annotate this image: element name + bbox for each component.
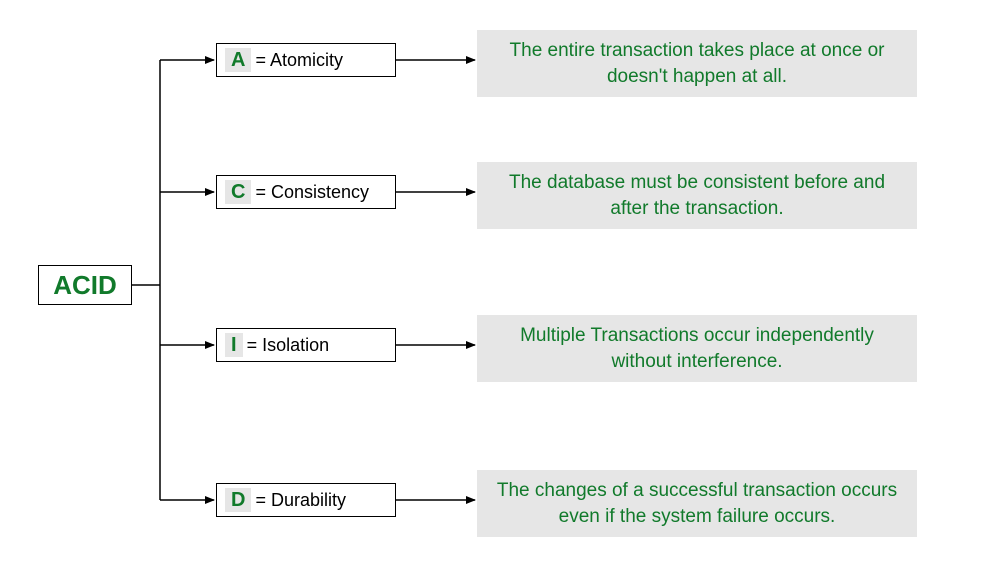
desc-consistency: The database must be consistent before a… (477, 162, 917, 229)
root-node: ACID (38, 265, 132, 305)
node-consistency: C = Consistency (216, 175, 396, 209)
node-isolation: I = Isolation (216, 328, 396, 362)
word-atomicity: Atomicity (270, 50, 343, 70)
node-durability: D = Durability (216, 483, 396, 517)
letter-badge: D (225, 488, 251, 512)
letter-badge: A (225, 48, 251, 72)
equals-text: = Consistency (255, 182, 369, 203)
node-atomicity: A = Atomicity (216, 43, 396, 77)
word-durability: Durability (271, 490, 346, 510)
letter-badge: I (225, 333, 243, 357)
letter-badge: C (225, 180, 251, 204)
equals-text: = Atomicity (255, 50, 343, 71)
desc-isolation: Multiple Transactions occur independentl… (477, 315, 917, 382)
word-isolation: Isolation (262, 335, 329, 355)
word-consistency: Consistency (271, 182, 369, 202)
desc-atomicity: The entire transaction takes place at on… (477, 30, 917, 97)
equals-text: = Durability (255, 490, 346, 511)
desc-durability: The changes of a successful transaction … (477, 470, 917, 537)
equals-text: = Isolation (247, 335, 330, 356)
